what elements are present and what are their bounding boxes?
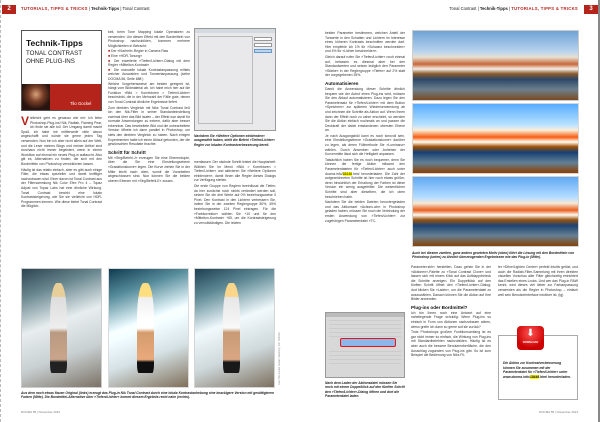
article-subtitle: TONAL CONTRAST OHNE PLUG-INS xyxy=(26,50,101,65)
page-footer: DOCMA 55 | November 2013 xyxy=(539,410,578,414)
paragraph: Damit die Anwendung dieser Schritte ähnl… xyxy=(325,86,405,133)
paragraph: keit, beim Tone Mapping lokale Operatore… xyxy=(108,30,190,48)
left-page: 2 TUTORIALS, TIPPS & TRICKS | Technik-Ti… xyxy=(0,0,300,422)
paragraph: Zum direkten Vergleich mit Niks Tonal Co… xyxy=(108,105,190,147)
photo-town-original xyxy=(412,30,579,101)
paragraph: Häufig ist das relativ einfach, aber es … xyxy=(21,167,102,209)
subtitle-line: OHNE PLUG-INS xyxy=(26,57,75,65)
dialog-caption: Nachdem Sie »Weitere Optionen einblenden… xyxy=(194,134,275,147)
photo-caption: Aus dem noch etwas flauen Original (link… xyxy=(21,391,274,400)
photo-original xyxy=(21,268,102,388)
author-name: Tilo Gockel xyxy=(70,101,92,106)
photo-town-plugin xyxy=(412,103,579,174)
article-title: Technik-Tipps xyxy=(26,38,83,48)
right-page: Tonal Contrast | Technik-Tipps | TUTORIA… xyxy=(300,0,600,422)
column-2: Parameter.shh« herstellen. Dazu gehen Si… xyxy=(411,265,491,359)
header-category: Technik-Tipps xyxy=(91,6,120,11)
drop-cap: V xyxy=(21,114,30,128)
actions-caption: Nach dem Laden der Aktionsdatei müssen S… xyxy=(325,381,405,399)
paragraph: Welche Vorgehensweise am besten geeignet… xyxy=(108,81,190,104)
download-icon[interactable]: ⬇ DOWNLOAD xyxy=(517,326,544,350)
header-topic: Tonal Contrast xyxy=(122,6,150,11)
column-2: keit, beim Tone Mapping lokale Operatore… xyxy=(108,30,190,184)
section-heading: Automatisieren xyxy=(325,80,359,86)
section-heading: Plug-ins oder Bordmittel? xyxy=(411,304,468,310)
column-3: ter »Dfine/Lighten Center« perfekt intui… xyxy=(498,265,578,298)
bullet-item: Die manuelle lokale Kontrastanpassung mi… xyxy=(108,68,190,82)
section-heading: Schritt für Schritt xyxy=(108,149,146,155)
running-header: TUTORIALS, TIPPS & TRICKS | Technik-Tipp… xyxy=(21,6,150,11)
column-1: beiden Parameter bestimmen, welchen Ante… xyxy=(325,31,405,224)
photo-photoshop-alternative xyxy=(194,268,275,388)
paragraph: menfassen. Der nächste Schritt leistet d… xyxy=(194,160,276,183)
text: .html herunterladen. xyxy=(539,374,571,379)
download-box: ⬇ DOWNLOAD Die Aktion zur Kontrastverbess… xyxy=(498,326,578,400)
page-number: 2 xyxy=(2,5,16,14)
paragraph: Mit »Strg/Befehl-J« erzeugen Sie eine Eb… xyxy=(108,155,190,183)
paragraph: Ich bin Ihnen noch eine Antwort auf eine… xyxy=(411,310,491,329)
bullet-list: Der »Klarheit«-Regler in Camera Raw Eine… xyxy=(108,49,190,81)
download-code: 18446 xyxy=(530,374,540,379)
intro-text: ielleicht geht es genauso wie mir: Ich l… xyxy=(21,116,102,166)
paragraph: Nachdem Sie die beiden Dateien herunterg… xyxy=(325,200,405,223)
download-label: DOWNLOAD xyxy=(522,341,539,344)
bullet-item: Der erweiterte »Tiefen/Lichter«-Dialog m… xyxy=(108,59,190,68)
paragraph: ter »Dfine/Lighten Center« perfekt intui… xyxy=(498,265,578,297)
photo-credit: Foto: Tilo Gockel; Model: Rosinnicy; MR:… xyxy=(278,332,281,385)
header-topic: Tonal Contrast xyxy=(449,6,477,11)
download-code: 18446 xyxy=(342,171,352,176)
page-number: 3 xyxy=(584,5,598,14)
paragraph: Die erste Gruppe von Reglern beeinflusst… xyxy=(194,183,276,225)
header-section: TUTORIALS, TIPPS & TRICKS xyxy=(511,6,578,11)
paragraph: Je nach Ausgangsbild kann es noch sinnvo… xyxy=(325,133,405,157)
author-banner: Tilo Gockel xyxy=(22,84,101,110)
photo-town-photoshop xyxy=(412,176,579,247)
title-box: Technik-Tipps TONAL CONTRAST OHNE PLUG-IN… xyxy=(21,30,102,111)
photo-nik-tonal-contrast xyxy=(108,268,189,388)
running-header: Tonal Contrast | Technik-Tipps | TUTORIA… xyxy=(449,6,578,11)
paragraph: Tatsächlich haben Sie es noch bequemer, … xyxy=(325,158,405,199)
actions-panel-screenshot xyxy=(325,312,405,378)
paragraph: beiden Parameter bestimmen, welchen Ante… xyxy=(325,31,405,54)
header-section: TUTORIALS, TIPPS & TRICKS xyxy=(21,6,88,11)
author-portrait xyxy=(22,84,50,110)
subtitle-line: TONAL CONTRAST xyxy=(26,50,83,57)
intro-paragraph: Vielleicht geht es genauso wie mir: Ich … xyxy=(21,114,102,167)
paragraph: Trotz Photoshops großem Funktionsumfang … xyxy=(411,330,491,358)
column-3: menfassen. Der nächste Schritt leistet d… xyxy=(194,160,276,226)
paragraph: Parameter.shh« herstellen. Dazu gehen Si… xyxy=(411,265,491,302)
header-category: Technik-Tipps xyxy=(479,6,508,11)
paragraph: Gleich darauf rufen Sie »Tiefen/Lichter«… xyxy=(325,54,405,78)
text: .html herunterladen. Die Zahl der aufgez… xyxy=(325,171,405,199)
download-text: Die Aktion zur Kontrastverbesserung könn… xyxy=(503,361,573,379)
shadows-highlights-dialog-screenshot xyxy=(194,28,276,131)
town-caption: Auch bei diesem zweiten, ganz anders gea… xyxy=(412,251,575,260)
column-1: Vielleicht geht es genauso wie mir: Ich … xyxy=(21,114,102,210)
page-footer: DOCMA 55 | November 2013 xyxy=(21,410,60,414)
